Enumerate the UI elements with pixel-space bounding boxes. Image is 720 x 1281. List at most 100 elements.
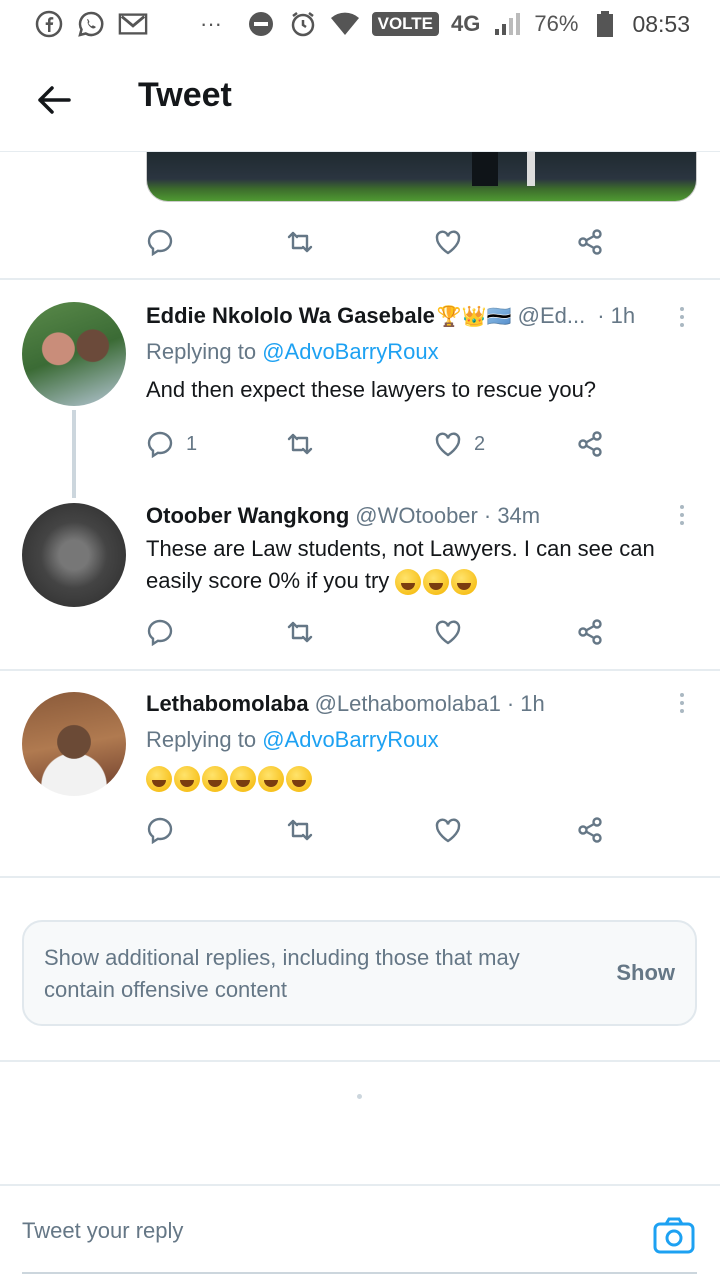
tweet-text (146, 762, 696, 794)
mention-link[interactable]: @AdvoBarryRoux (262, 339, 438, 364)
more-options-button[interactable] (672, 688, 692, 718)
laughing-emoji (146, 766, 172, 793)
more-notifications-dots: ··· (200, 11, 222, 36)
author-handle[interactable]: @Lethabomolaba1 (315, 691, 501, 717)
page-title: Tweet (138, 76, 232, 114)
avatar[interactable] (22, 692, 126, 796)
tweet-actions: 1 2 (146, 424, 626, 464)
tweet-text: And then expect these lawyers to rescue … (146, 377, 597, 402)
share-button[interactable] (576, 222, 604, 262)
tweet-actions (146, 612, 626, 652)
reply-header: Lethabomolaba @Lethabomolaba1 · 1h (146, 691, 545, 717)
laughing-emoji (258, 766, 284, 793)
reply-button[interactable]: 1 (146, 424, 197, 464)
tweet-media-image[interactable] (146, 152, 697, 202)
retweet-icon (287, 433, 313, 455)
reply-header: Otoober Wangkong @WOtoober · 34m (146, 503, 540, 529)
divider (0, 278, 720, 280)
share-icon (578, 817, 602, 843)
status-bar: ··· VOLTE 4G 76% 08:53 (0, 0, 720, 48)
more-options-button[interactable] (672, 302, 692, 332)
retweet-button[interactable] (286, 424, 314, 464)
back-button[interactable] (34, 80, 74, 120)
tweet-actions (146, 810, 626, 850)
facebook-icon (34, 9, 64, 39)
rofl-emoji (395, 569, 422, 596)
more-options-button[interactable] (672, 500, 692, 530)
battery-icon (590, 9, 620, 39)
loading-indicator (357, 1094, 362, 1099)
back-arrow-icon (38, 86, 71, 114)
reply-count: 1 (186, 432, 198, 455)
tweet-time: · 1h (506, 691, 545, 716)
divider (0, 876, 720, 878)
like-button[interactable]: 2 (434, 424, 485, 464)
author-name[interactable]: Lethabomolaba (146, 691, 309, 717)
replying-to-label: Replying to (146, 727, 257, 752)
app-header: Tweet (0, 48, 720, 152)
network-type: 4G (451, 11, 481, 36)
reply-input[interactable]: Tweet your reply (22, 1218, 183, 1244)
share-icon (578, 431, 602, 457)
laughing-emoji (202, 766, 228, 793)
retweet-icon (287, 231, 313, 253)
show-more-replies-box[interactable]: Show additional replies, including those… (22, 920, 697, 1026)
retweet-button[interactable] (286, 612, 314, 652)
divider (0, 1060, 720, 1062)
mention-link[interactable]: @AdvoBarryRoux (262, 727, 438, 752)
show-more-text: Show additional replies, including those… (44, 945, 520, 1002)
like-button[interactable] (434, 612, 462, 652)
like-button[interactable] (434, 222, 462, 262)
reply-input-underline (22, 1272, 697, 1274)
avatar[interactable] (22, 302, 126, 406)
reply-button[interactable] (146, 222, 174, 262)
laughing-emoji (174, 766, 200, 793)
tweet-actions (146, 222, 626, 262)
replying-to-label: Replying to (146, 339, 257, 364)
whatsapp-icon (76, 9, 106, 39)
divider (0, 669, 720, 671)
name-emoji: 🏆👑🇧🇼 (436, 305, 512, 328)
reply-composer: Tweet your reply (0, 1184, 720, 1281)
retweet-button[interactable] (286, 222, 314, 262)
reply-icon (147, 431, 173, 458)
heart-icon (435, 230, 461, 255)
heart-icon (435, 818, 461, 843)
heart-icon (435, 620, 461, 645)
reply-button[interactable] (146, 810, 174, 850)
author-handle[interactable]: @WOtoober (355, 503, 478, 529)
author-handle[interactable]: @Ed... (518, 303, 586, 329)
laughing-emoji-group (395, 568, 479, 596)
reply-header: Eddie Nkololo Wa Gasebale 🏆👑🇧🇼 @Ed... · … (146, 303, 635, 329)
share-button[interactable] (576, 612, 604, 652)
replying-to: Replying to @AdvoBarryRoux (146, 339, 439, 365)
author-name[interactable]: Eddie Nkololo Wa Gasebale (146, 303, 435, 329)
like-button[interactable] (434, 810, 462, 850)
camera-icon (653, 1217, 695, 1254)
rofl-emoji (451, 569, 478, 596)
avatar[interactable] (22, 503, 126, 607)
share-button[interactable] (576, 424, 604, 464)
tweet-time: · 34m (483, 503, 541, 528)
camera-button[interactable] (652, 1214, 696, 1258)
do-not-disturb-icon (246, 9, 276, 39)
signal-icon (492, 9, 522, 39)
reply-icon (147, 619, 173, 646)
retweet-button[interactable] (286, 810, 314, 850)
laughing-emoji (286, 766, 312, 793)
wifi-icon (330, 9, 360, 39)
share-icon (578, 229, 602, 255)
share-button[interactable] (576, 810, 604, 850)
gmail-icon (118, 9, 148, 39)
like-count: 2 (474, 432, 486, 455)
laughing-emoji (230, 766, 256, 793)
tweet-text-block: These are Law students, not Lawyers. I c… (146, 533, 696, 597)
reply-icon (147, 229, 173, 256)
author-name[interactable]: Otoober Wangkong (146, 503, 349, 529)
reply-icon (147, 817, 173, 844)
battery-percent: 76% (534, 11, 579, 36)
show-button[interactable]: Show (616, 960, 675, 986)
retweet-icon (287, 621, 313, 643)
reply-button[interactable] (146, 612, 174, 652)
retweet-icon (287, 819, 313, 841)
